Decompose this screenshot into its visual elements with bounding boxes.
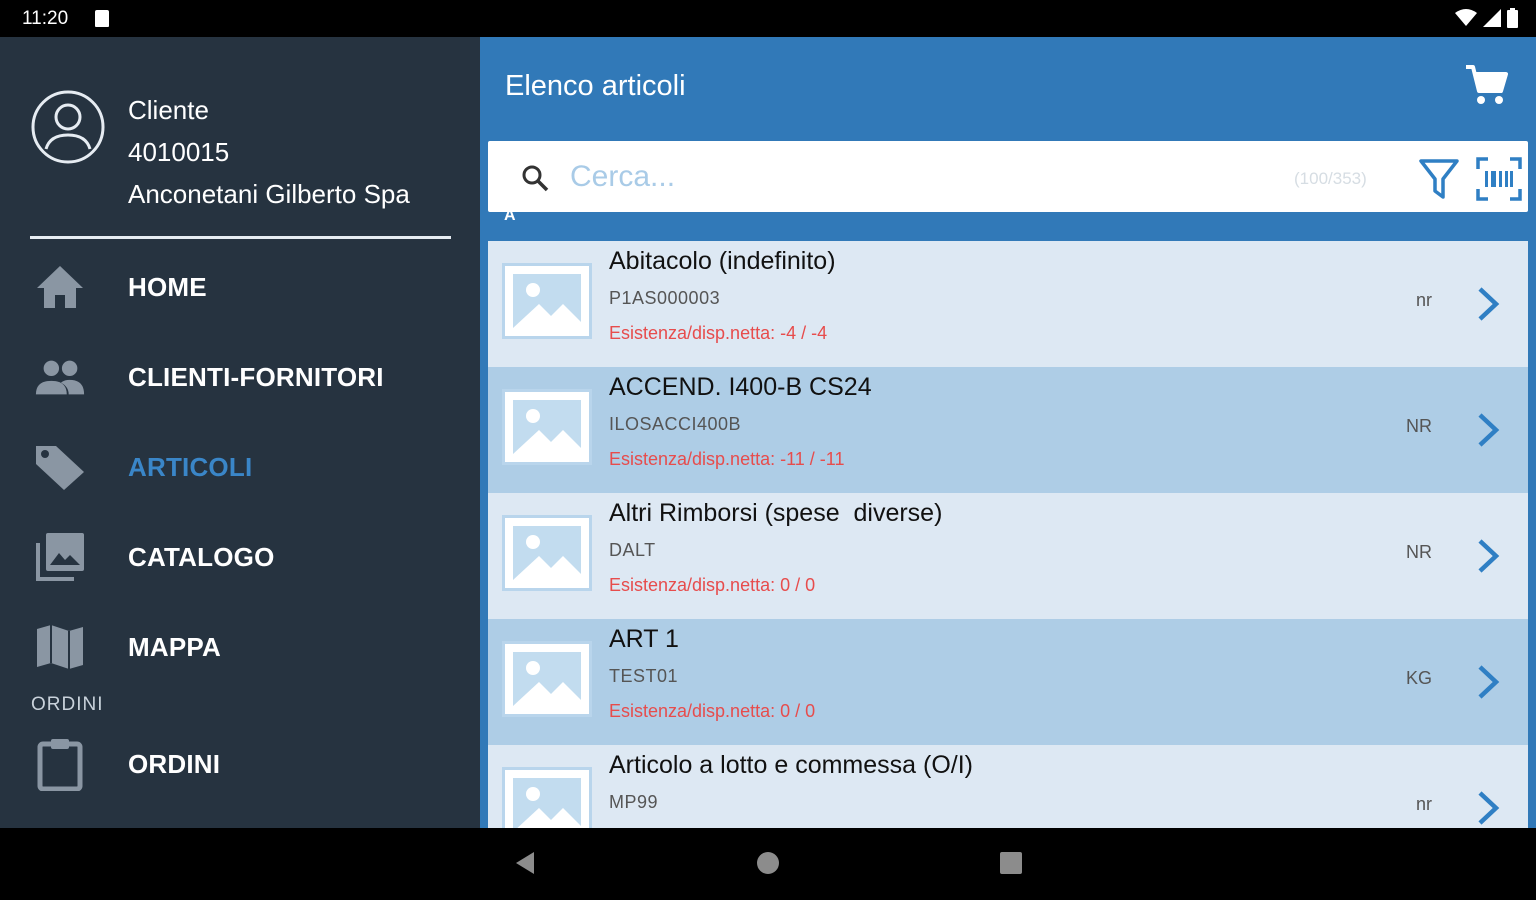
status-time: 11:20 — [22, 8, 69, 29]
item-code: P1AS000003 — [609, 288, 721, 308]
search-input[interactable] — [570, 155, 1190, 199]
shopping-cart-icon[interactable] — [1464, 63, 1508, 107]
map-icon — [34, 621, 86, 673]
menu-label-home: HOME — [128, 271, 207, 302]
articles-list: Abitacolo (indefinito) P1AS000003 Esiste… — [488, 241, 1528, 828]
menu-item-articoli[interactable]: ARTICOLI — [0, 432, 480, 502]
menu-item-ordini[interactable]: ORDINI — [0, 729, 480, 799]
menu-item-home[interactable]: HOME — [0, 252, 480, 322]
filter-icon[interactable] — [1418, 157, 1460, 201]
item-title: Articolo a lotto e commessa (O/I) — [609, 751, 974, 779]
account-circle-icon[interactable] — [30, 89, 106, 165]
item-unit: KG — [1405, 668, 1432, 688]
battery-icon — [1507, 8, 1518, 28]
menu-label-clienti-fornitori: CLIENTI-FORNITORI — [128, 361, 384, 392]
image-placeholder-icon — [502, 389, 592, 465]
image-placeholder-icon — [502, 767, 592, 828]
item-unit: nr — [1415, 290, 1432, 310]
back-icon[interactable] — [514, 850, 536, 876]
navigation-drawer: Cliente 4010015 Anconetani Gilberto Spa … — [0, 37, 480, 828]
page-title: Elenco articoli — [505, 70, 686, 102]
image-placeholder-icon — [502, 641, 592, 717]
item-unit: nr — [1415, 794, 1432, 814]
search-count: (100/353) — [1294, 169, 1367, 188]
list-item[interactable]: ART 1 TEST01 Esistenza/disp.netta: 0 / 0… — [488, 619, 1528, 745]
profile-name: Anconetani Gilberto Spa — [128, 179, 410, 209]
list-item[interactable]: Articolo a lotto e commessa (O/I) MP99 n… — [488, 745, 1528, 828]
menu-item-clienti-fornitori[interactable]: CLIENTI-FORNITORI — [0, 342, 480, 412]
item-code: DALT — [609, 540, 656, 560]
chevron-right-icon[interactable] — [1474, 537, 1502, 575]
menu-label-catalogo: CATALOGO — [128, 541, 275, 572]
section-letter: A — [504, 207, 516, 224]
recent-apps-icon[interactable] — [1000, 852, 1022, 874]
wifi-icon — [1455, 9, 1477, 26]
item-stock: Esistenza/disp.netta: 0 / 0 — [609, 575, 816, 595]
main-content: Elenco articoli (100/353) A Abitacolo (i… — [480, 37, 1536, 828]
item-title: ART 1 — [609, 625, 679, 653]
menu-item-mappa[interactable]: MAPPA — [0, 612, 480, 682]
drawer-divider — [30, 236, 451, 239]
chevron-right-icon[interactable] — [1474, 285, 1502, 323]
item-unit: NR — [1406, 416, 1432, 436]
clipboard-icon — [34, 738, 86, 791]
tag-icon — [34, 441, 86, 493]
chevron-right-icon[interactable] — [1474, 789, 1502, 827]
item-title: ACCEND. I400-B CS24 — [609, 373, 872, 401]
item-code: MP99 — [609, 792, 659, 812]
item-stock: Esistenza/disp.netta: -4 / -4 — [609, 323, 828, 343]
chevron-right-icon[interactable] — [1474, 663, 1502, 701]
system-navigation-bar — [0, 828, 1536, 900]
menu-item-catalogo[interactable]: CATALOGO — [0, 522, 480, 592]
search-icon — [522, 165, 549, 192]
list-item[interactable]: Abitacolo (indefinito) P1AS000003 Esiste… — [488, 241, 1528, 367]
chevron-right-icon[interactable] — [1474, 411, 1502, 449]
status-bar: 11:20 — [0, 0, 1536, 37]
menu-label-ordini: ORDINI — [128, 748, 221, 779]
item-stock: Esistenza/disp.netta: -11 / -11 — [609, 449, 845, 469]
photo-library-icon — [34, 531, 86, 583]
profile-label: Cliente — [128, 95, 209, 125]
profile-code: 4010015 — [128, 137, 230, 167]
item-code: TEST01 — [609, 666, 679, 686]
list-item[interactable]: Altri Rimborsi (spese diverse) DALT Esis… — [488, 493, 1528, 619]
item-stock: Esistenza/disp.netta: 0 / 0 — [609, 701, 816, 721]
image-placeholder-icon — [502, 263, 592, 339]
barcode-scan-icon[interactable] — [1476, 157, 1522, 201]
section-header-ordini: ORDINI — [31, 694, 104, 715]
home-icon — [34, 261, 86, 313]
item-unit: NR — [1406, 542, 1432, 562]
item-title: Abitacolo (indefinito) — [609, 247, 836, 275]
search-bar: (100/353) — [488, 141, 1528, 212]
people-icon — [34, 351, 86, 403]
menu-label-mappa: MAPPA — [128, 631, 221, 662]
profile-info[interactable]: Cliente 4010015 Anconetani Gilberto Spa — [128, 89, 410, 215]
status-icons — [1455, 8, 1518, 28]
list-item[interactable]: ACCEND. I400-B CS24 ILOSACCI400B Esisten… — [488, 367, 1528, 493]
signal-icon — [1483, 9, 1501, 27]
image-placeholder-icon — [502, 515, 592, 591]
home-button-icon[interactable] — [757, 852, 779, 874]
menu-label-articoli: ARTICOLI — [128, 451, 253, 482]
sd-card-icon — [95, 10, 109, 27]
item-code: ILOSACCI400B — [609, 414, 742, 434]
item-title: Altri Rimborsi (spese diverse) — [609, 499, 943, 527]
